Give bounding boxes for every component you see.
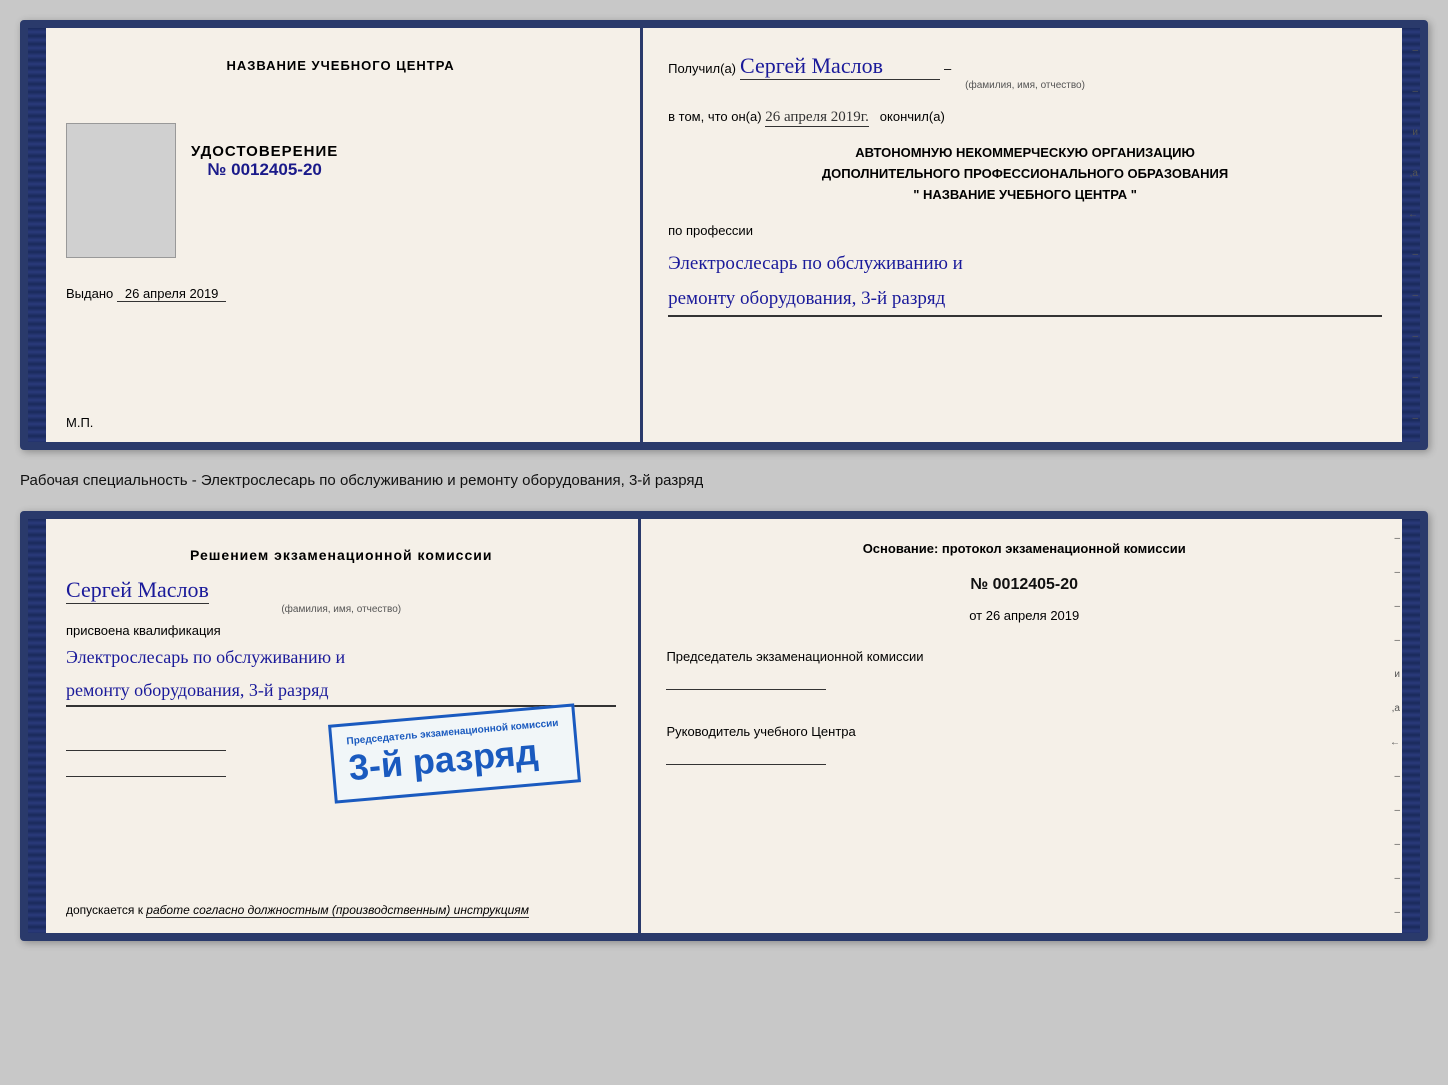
doc-date-prefix: от — [969, 608, 982, 623]
received-label: Получил(а) — [668, 61, 736, 76]
fio-label-1: (фамилия, имя, отчество) — [668, 80, 1382, 91]
book-spine-left-1 — [28, 28, 46, 442]
issued-date: 26 апреля 2019 — [117, 286, 227, 302]
cert2-right-page: Основание: протокол экзаменационной коми… — [641, 519, 1402, 933]
book-spine-right-2 — [1402, 519, 1420, 933]
dopuskaetsya-block: допускается к работе согласно должностны… — [66, 903, 529, 917]
rukovoditel-sig — [666, 743, 826, 765]
resheniyem-title: Решением экзаменационной комиссии — [66, 547, 616, 563]
predsedatel-sig — [666, 668, 826, 690]
org-line3: " НАЗВАНИЕ УЧЕБНОГО ЦЕНТРА " — [668, 185, 1382, 206]
cert2-name: Сергей Маслов — [66, 577, 209, 604]
udost-block: УДОСТОВЕРЕНИЕ № 0012405-20 — [191, 143, 338, 180]
received-block: Получил(а) Сергей Маслов – (фамилия, имя… — [668, 53, 1382, 91]
doc-date: от 26 апреля 2019 — [666, 608, 1382, 623]
vtom-label: в том, что он(а) — [668, 109, 761, 124]
photo-box — [66, 123, 176, 258]
doc-date-value: 26 апреля 2019 — [986, 608, 1080, 623]
cert1-left-page: НАЗВАНИЕ УЧЕБНОГО ЦЕНТРА УДОСТОВЕРЕНИЕ №… — [46, 28, 643, 442]
issued-line: Выдано 26 апреля 2019 — [66, 286, 615, 301]
profession-line1: Электрослесарь по обслуживанию и ремонту… — [668, 248, 1382, 317]
vtom-date: 26 апреля 2019г. — [765, 109, 869, 127]
dopuskaetsya-italic: работе согласно должностным (производств… — [146, 903, 529, 918]
okончил-label: окончил(а) — [880, 109, 945, 124]
vtom-line: в том, что он(а) 26 апреля 2019г. окончи… — [668, 109, 1382, 127]
left-center-row: УДОСТОВЕРЕНИЕ № 0012405-20 — [66, 123, 615, 258]
sig-line-2 — [66, 755, 226, 777]
mp-label: М.П. — [66, 415, 93, 430]
side-bars-right-1: – – и ,а ← – – – – – — [1406, 28, 1420, 442]
po-professii-label: по профессии — [668, 223, 1382, 238]
issued-label: Выдано — [66, 286, 113, 301]
org-block-text: АВТОНОМНУЮ НЕКОММЕРЧЕСКУЮ ОРГАНИЗАЦИЮ ДО… — [668, 143, 1382, 205]
rukovoditel-label: Руководитель учебного Центра — [666, 724, 1382, 765]
certificate-book-2: Решением экзаменационной комиссии Сергей… — [20, 511, 1428, 941]
qual-line1: Электрослесарь по обслуживанию и ремонту… — [66, 642, 616, 707]
prisvoena-label: присвоена квалификация — [66, 623, 616, 638]
side-bars-right-2: – – – – и ,а ← – – – – – — [1388, 519, 1402, 933]
name2-block: Сергей Маслов (фамилия, имя, отчество) — [66, 577, 616, 615]
sig-line-1 — [66, 729, 226, 751]
org-name-top: НАЗВАНИЕ УЧЕБНОГО ЦЕНТРА — [226, 58, 454, 73]
cert1-right-page: Получил(а) Сергей Маслов – (фамилия, имя… — [643, 28, 1402, 442]
udost-number: № 0012405-20 — [191, 160, 338, 180]
profession-line2: ремонту оборудования, 3-й разряд — [668, 283, 1382, 316]
udost-title: УДОСТОВЕРЕНИЕ — [191, 143, 338, 160]
book-spine-left-2 — [28, 519, 46, 933]
osnovanie-title: Основание: протокол экзаменационной коми… — [666, 541, 1382, 556]
page-wrapper: НАЗВАНИЕ УЧЕБНОГО ЦЕНТРА УДОСТОВЕРЕНИЕ №… — [20, 20, 1428, 941]
predsedatel-label: Председатель экзаменационной комиссии — [666, 649, 1382, 690]
certificate-book-1: НАЗВАНИЕ УЧЕБНОГО ЦЕНТРА УДОСТОВЕРЕНИЕ №… — [20, 20, 1428, 450]
stamp: Председатель экзаменационной комиссии 3-… — [328, 703, 581, 803]
fio-label-2: (фамилия, имя, отчество) — [66, 604, 616, 615]
cert2-left-page: Решением экзаменационной комиссии Сергей… — [46, 519, 641, 933]
qual-line2: ремонту оборудования, 3-й разряд — [66, 675, 616, 707]
doc-number: № 0012405-20 — [666, 576, 1382, 594]
recipient-name: Сергей Маслов — [740, 53, 940, 80]
org-line2: ДОПОЛНИТЕЛЬНОГО ПРОФЕССИОНАЛЬНОГО ОБРАЗО… — [668, 164, 1382, 185]
middle-text: Рабочая специальность - Электрослесарь п… — [20, 468, 1428, 493]
org-line1: АВТОНОМНУЮ НЕКОММЕРЧЕСКУЮ ОРГАНИЗАЦИЮ — [668, 143, 1382, 164]
dopuskaetsya-prefix: допускается к — [66, 903, 143, 917]
